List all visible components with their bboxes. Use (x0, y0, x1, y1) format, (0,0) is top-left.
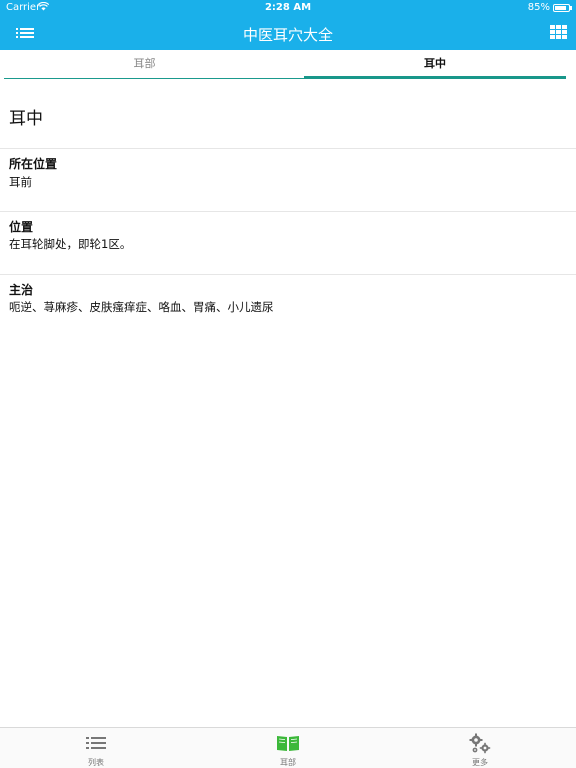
tab-label: 耳部 (133, 57, 156, 70)
tabbar-label: 耳部 (280, 758, 296, 767)
active-tab-indicator (304, 76, 566, 79)
status-bar: Carrier 2:28 AM 85% (0, 0, 576, 16)
gear-icon (469, 733, 491, 755)
tabbar-label: 更多 (472, 758, 488, 767)
tabbar-item-ear-parts[interactable]: 耳部 (258, 728, 318, 768)
divider (0, 274, 576, 275)
section-title-position: 位置 (9, 220, 34, 234)
tabbar-item-more[interactable]: 更多 (450, 728, 510, 768)
battery-percentage: 85% (527, 2, 550, 13)
tab-ear-parts[interactable]: 耳部 (4, 50, 285, 78)
divider (0, 148, 576, 149)
top-bar: Carrier 2:28 AM 85% 中医耳穴大全 (0, 0, 576, 50)
bottom-tab-bar: 列表 耳部 更多 (0, 727, 576, 768)
tabbar-label: 列表 (88, 758, 104, 767)
book-icon (276, 735, 300, 752)
section-title-location: 所在位置 (9, 157, 58, 171)
list-icon (86, 736, 106, 751)
tab-ear-center[interactable]: 耳中 (304, 50, 566, 79)
section-title-indications: 主治 (9, 283, 34, 297)
segment-tabs: 耳部 耳中 (4, 50, 566, 79)
page-title: 中医耳穴大全 (242, 26, 333, 44)
navigation-bar: 中医耳穴大全 (0, 16, 576, 50)
status-time: 2:28 AM (264, 2, 312, 13)
section-body-position: 在耳轮脚处，即轮1区。 (9, 237, 132, 251)
divider (0, 211, 576, 212)
battery-icon (553, 4, 572, 12)
grid-view-button[interactable] (550, 24, 568, 40)
section-body-location: 耳前 (9, 175, 32, 189)
tab-label: 耳中 (424, 57, 446, 70)
tabbar-item-list[interactable]: 列表 (66, 728, 126, 768)
acupoint-heading: 耳中 (9, 109, 43, 129)
section-body-indications: 呃逆、荨麻疹、皮肤瘙痒症、咯血、胃痛、小儿遗尿 (9, 300, 274, 314)
